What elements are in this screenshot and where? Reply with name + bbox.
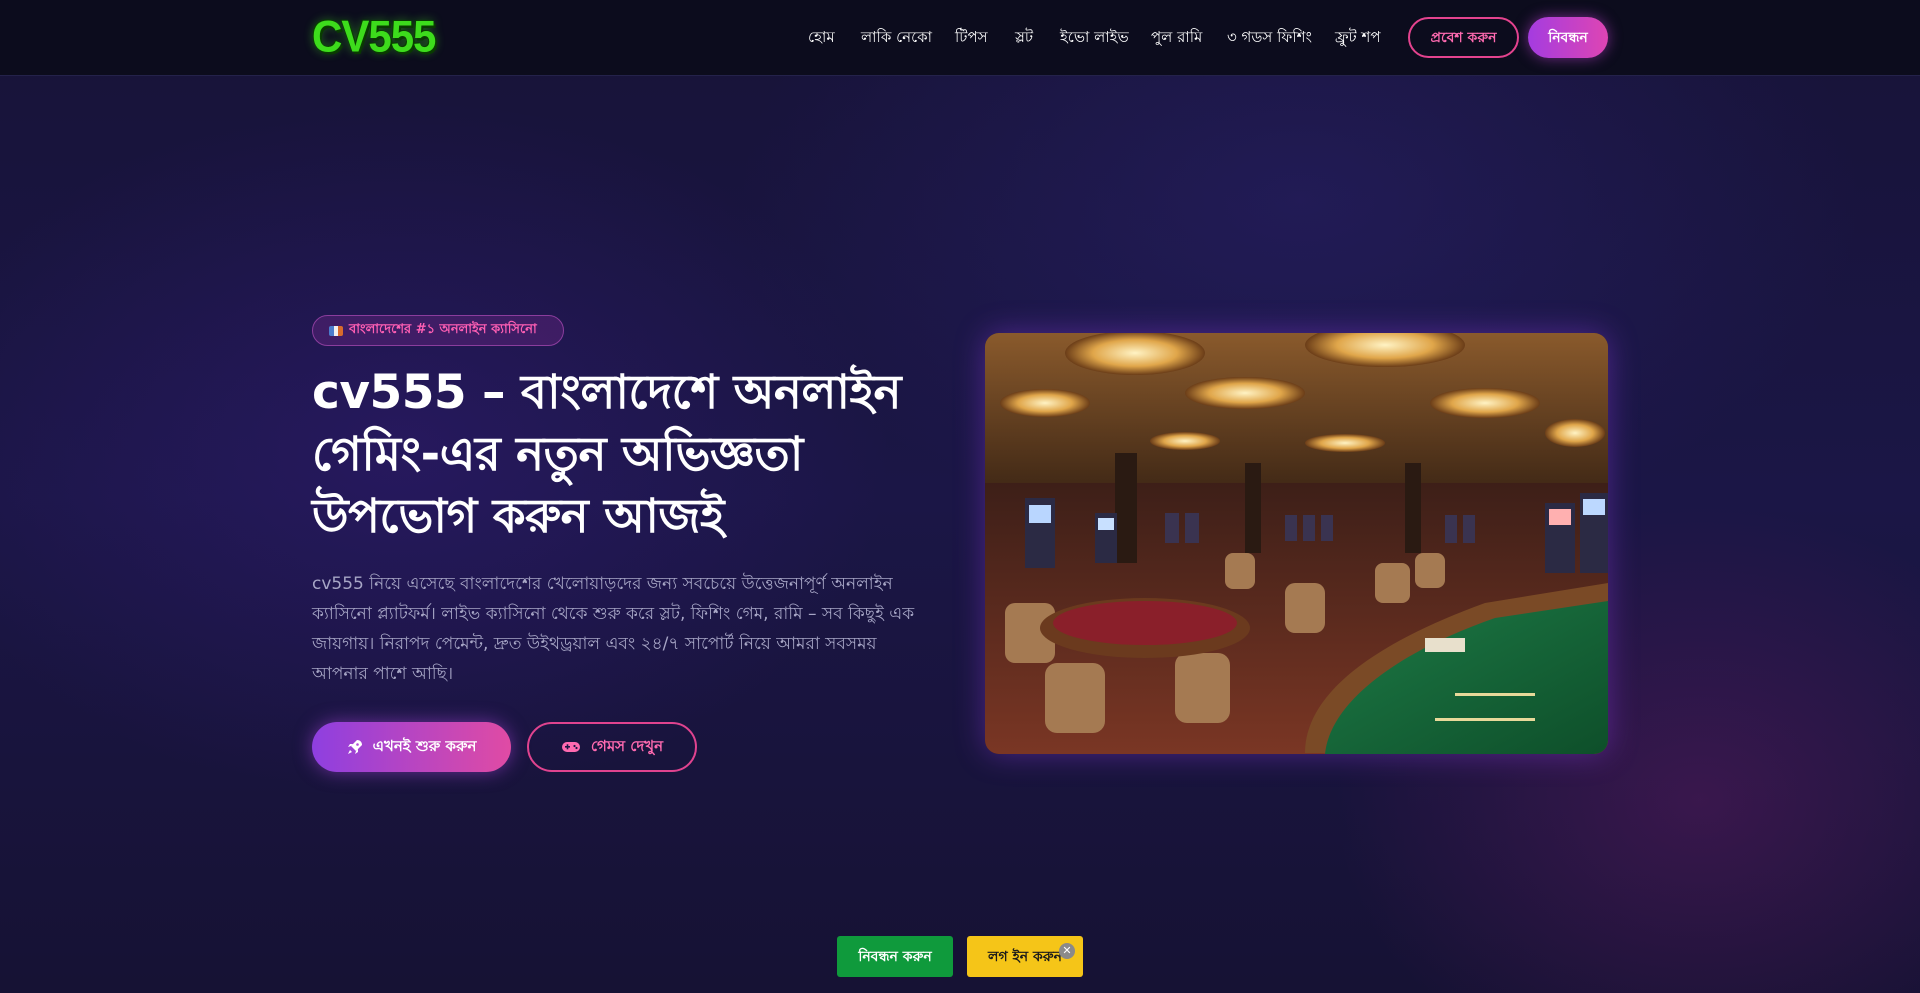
hero-title: cv555 – বাংলাদেশে অনলাইন গেমিং-এর নতুন অ…: [312, 365, 902, 544]
nav-item-evo-live[interactable]: ইভো লাইভ: [1060, 26, 1129, 51]
header-register-button[interactable]: নিবন্ধন: [1528, 17, 1608, 58]
view-games-label: গেমস দেখুন: [590, 736, 664, 755]
top-header: CV555 হোম লাকি নেকো টিপস স্লট ইভো লাইভ প…: [0, 0, 1920, 76]
page-background: [0, 0, 1920, 993]
start-now-button[interactable]: এখনই শুরু করুন: [312, 722, 511, 772]
nav-item-fruit-shop[interactable]: ফ্রুট শপ: [1335, 26, 1381, 51]
hero-badge: বাংলাদেশের #১ অনলাইন ক্যাসিনো: [312, 315, 564, 346]
nav-item-slot[interactable]: স্লট: [1015, 26, 1033, 51]
nav-item-3-gods-fishing[interactable]: ৩ গডস ফিশিং: [1227, 26, 1312, 51]
header-login-button[interactable]: প্রবেশ করুন: [1408, 17, 1519, 58]
casino-illustration: [985, 333, 1608, 754]
nav-item-home[interactable]: হোম: [808, 26, 835, 51]
flag-icon: [329, 325, 343, 336]
sticky-register-button[interactable]: নিবন্ধন করুন: [837, 936, 953, 977]
start-now-label: এখনই শুরু করুন: [372, 736, 477, 755]
main-nav: হোম লাকি নেকো টিপস স্লট ইভো লাইভ পুল রাম…: [0, 0, 1920, 74]
nav-item-pool-rummy[interactable]: পুল রামি: [1151, 26, 1202, 51]
view-games-button[interactable]: গেমস দেখুন: [527, 722, 697, 772]
rocket-icon: [347, 740, 362, 754]
hero-badge-text: বাংলাদেশের #১ অনলাইন ক্যাসিনো: [349, 322, 537, 337]
nav-item-tips[interactable]: টিপস: [955, 26, 988, 51]
casino-hall-image: [985, 333, 1608, 754]
nav-item-lucky-neko[interactable]: লাকি নেকো: [861, 26, 932, 51]
close-icon[interactable]: ✕: [1059, 943, 1075, 959]
hero-description: cv555 নিয়ে এসেছে বাংলাদেশের খেলোয়াড়দে…: [312, 574, 915, 684]
gamepad-icon: [561, 742, 580, 752]
